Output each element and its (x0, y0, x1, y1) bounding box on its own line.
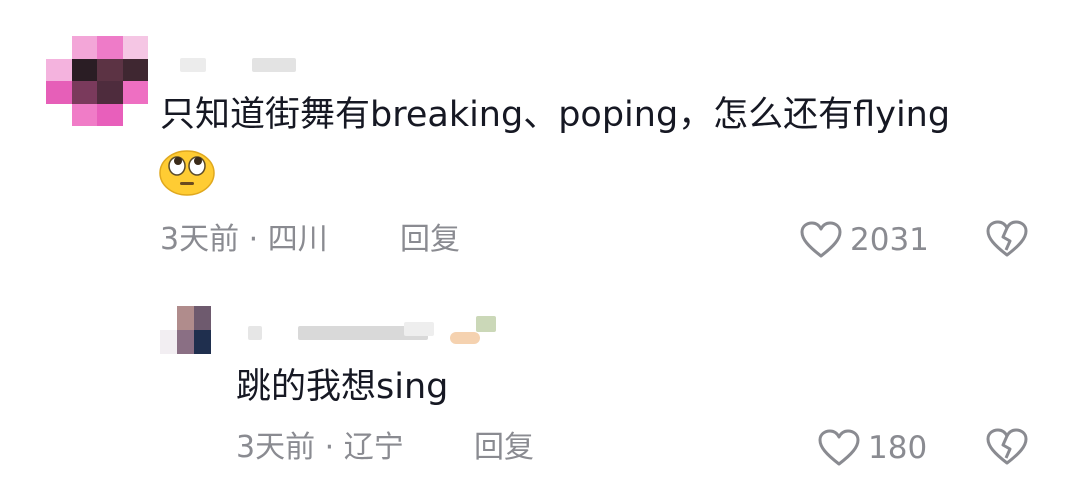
reply-meta: 3天前 · 辽宁 (236, 428, 404, 468)
dislike-button[interactable] (986, 220, 1028, 258)
reply-text: 跳的我想sing (236, 367, 449, 407)
reply-to-reply-button[interactable]: 回复 (474, 428, 534, 468)
reply-location: 辽宁 (343, 430, 404, 465)
reply-button[interactable]: 回复 (400, 220, 460, 260)
meta-separator: · (248, 222, 268, 257)
comment-time: 3天前 (160, 222, 240, 257)
comment-text: 只知道街舞有breaking、poping，怎么还有flying (160, 95, 951, 135)
comment-location: 四川 (267, 222, 328, 257)
heart-outline-icon (818, 429, 860, 467)
replier-username[interactable] (244, 314, 504, 344)
commenter-avatar[interactable] (46, 36, 148, 126)
like-count: 2031 (850, 222, 929, 258)
commenter-username[interactable] (180, 58, 300, 76)
replier-avatar[interactable] (160, 306, 228, 354)
broken-heart-icon (986, 428, 1028, 466)
like-button[interactable]: 2031 (800, 220, 929, 260)
reply-dislike-button[interactable] (986, 428, 1028, 466)
reply-like-count: 180 (868, 430, 928, 466)
broken-heart-icon (986, 220, 1028, 258)
heart-outline-icon (800, 221, 842, 259)
meta-separator: · (324, 430, 344, 465)
reply-like-button[interactable]: 180 (818, 428, 927, 468)
comment-meta: 3天前 · 四川 (160, 220, 328, 260)
reply-time: 3天前 (236, 430, 316, 465)
eye-roll-emoji (158, 148, 218, 196)
